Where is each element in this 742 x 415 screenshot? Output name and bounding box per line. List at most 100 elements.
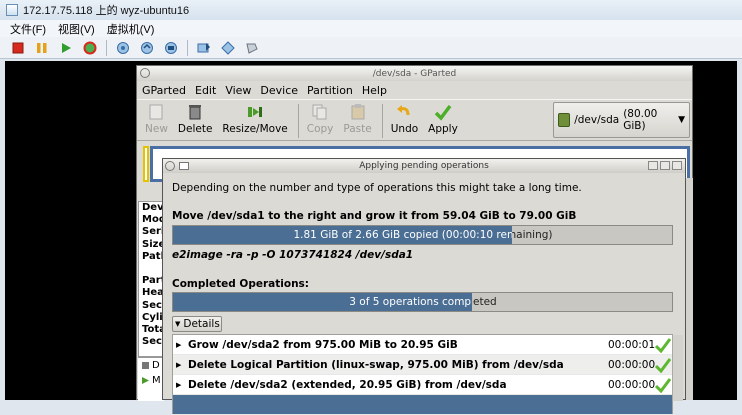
success-check-icon: [654, 357, 672, 373]
dropdown-arrow-icon: ▼: [678, 115, 685, 125]
host-menu-vm[interactable]: 虚拟机(V): [107, 21, 155, 37]
info-label: Mod: [142, 214, 164, 226]
expander-right-icon[interactable]: ▶: [176, 361, 188, 369]
undo-button[interactable]: Undo: [387, 100, 422, 135]
tools-icon[interactable]: [242, 39, 262, 57]
snapshot-icon[interactable]: [113, 39, 133, 57]
gparted-toolbar: New Delete Resize/Move Copy Paste Undo A…: [137, 99, 692, 141]
info-label: Size: [142, 238, 164, 250]
host-title-bar: 172.17.75.118 上的 wyz-ubuntu16: [0, 0, 742, 20]
copy-button[interactable]: Copy: [303, 100, 338, 135]
table-row[interactable]: ▶ Delete /dev/sda2 (extended, 20.95 GiB)…: [173, 375, 672, 395]
completed-progress-bar: 3 of 5 operations completed 3 of 5 opera…: [172, 292, 673, 312]
resize-move-button[interactable]: Resize/Move: [218, 100, 291, 135]
dialog-title: Applying pending operations: [359, 161, 489, 171]
gparted-title-bar: /dev/sda - GParted: [137, 66, 692, 81]
delete-button[interactable]: Delete: [174, 100, 217, 135]
reset-icon[interactable]: [80, 39, 100, 57]
menu-device[interactable]: Device: [260, 84, 298, 97]
operations-details-list: ▶ Grow /dev/sda2 from 975.00 MiB to 20.9…: [172, 334, 673, 415]
minimize-button[interactable]: [648, 161, 658, 170]
operation-desc: Delete Logical Partition (linux-swap, 97…: [188, 358, 564, 371]
info-label: Sect: [142, 299, 163, 311]
operation-desc: Grow /dev/sda2 from 975.00 MiB to 20.95 …: [188, 338, 458, 351]
stop-icon[interactable]: [8, 39, 28, 57]
device-size: (80.00 GiB): [623, 108, 658, 132]
table-row-running[interactable]: [173, 395, 672, 415]
host-window-title: 172.17.75.118 上的 wyz-ubuntu16: [23, 5, 190, 17]
checkmark-icon: [434, 104, 452, 121]
info-label: Tota: [142, 323, 164, 335]
expander-down-icon: ▼: [175, 320, 181, 328]
trash-icon: [142, 362, 149, 369]
expander-right-icon[interactable]: ▶: [176, 341, 188, 349]
menu-edit[interactable]: Edit: [195, 84, 216, 97]
operation-desc: Delete /dev/sda2 (extended, 20.95 GiB) f…: [188, 378, 507, 391]
table-row[interactable]: ▶ Delete Logical Partition (linux-swap, …: [173, 355, 672, 375]
success-check-icon: [654, 377, 672, 393]
expander-right-icon[interactable]: ▶: [176, 381, 188, 389]
completed-progress-fill: 3 of 5 operations completed: [173, 293, 473, 311]
dialog-title-bar: Applying pending operations: [163, 159, 685, 173]
copy-icon: [312, 104, 327, 120]
info-label: Sect: [142, 336, 163, 348]
toolbar-separator: [187, 39, 188, 56]
new-icon: [149, 104, 163, 120]
toolbar-separator: [297, 104, 299, 138]
host-menu-file[interactable]: 文件(F): [10, 21, 46, 37]
completed-ops-label: Completed Operations:: [172, 278, 309, 290]
info-label: [139, 263, 163, 275]
resize-arrow-icon: [142, 377, 149, 384]
current-progress-bar: 1.81 GiB of 2.66 GiB copied (00:00:10 re…: [172, 225, 673, 245]
device-info-panel: Dev Mod Seri Size Path Part Hea Sect Cyl…: [138, 201, 164, 357]
operation-time: 00:00:01: [608, 338, 656, 351]
menu-partition[interactable]: Partition: [307, 84, 353, 97]
apply-button[interactable]: Apply: [424, 100, 462, 135]
info-label: Dev: [142, 202, 164, 213]
settings-icon[interactable]: [218, 39, 238, 57]
completed-progress-text: 3 of 5 operations completed: [349, 296, 472, 308]
current-progress-text: 1.81 GiB of 2.66 GiB copied (00:00:10 re…: [293, 229, 512, 241]
list-item[interactable]: D: [138, 358, 164, 373]
hard-disk-icon: [558, 113, 571, 127]
apply-operations-dialog: Applying pending operations Depending on…: [162, 158, 686, 415]
success-check-icon: [654, 337, 672, 353]
snapshot-revert-icon[interactable]: [137, 39, 157, 57]
dialog-message: Depending on the number and type of oper…: [172, 182, 582, 194]
resize-arrow-icon: [248, 107, 263, 117]
host-menu-view[interactable]: 视图(V): [58, 21, 95, 37]
pending-ops-list: D M: [138, 357, 164, 401]
device-name: /dev/sda: [574, 114, 620, 126]
menu-gparted[interactable]: GParted: [142, 84, 186, 97]
play-icon[interactable]: [56, 39, 76, 57]
menu-view[interactable]: View: [225, 84, 251, 97]
operation-time: 00:00:00: [608, 358, 656, 371]
gparted-window-title: /dev/sda - GParted: [372, 68, 457, 79]
info-label: Cyli: [142, 311, 163, 323]
menu-help[interactable]: Help: [362, 84, 387, 97]
paste-button[interactable]: Paste: [339, 100, 375, 135]
info-label: Seri: [142, 226, 164, 238]
details-expander[interactable]: ▼ Details: [172, 316, 222, 332]
window-menu-icon[interactable]: [165, 161, 175, 171]
partition-graph-small[interactable]: [143, 146, 149, 182]
maximize-button[interactable]: [660, 161, 670, 170]
table-row[interactable]: ▶ Grow /dev/sda2 from 975.00 MiB to 20.9…: [173, 335, 672, 355]
window-shade-icon[interactable]: [179, 162, 189, 170]
host-menu-bar: 文件(F) 视图(V) 虚拟机(V): [0, 20, 742, 37]
toolbar-separator: [381, 104, 383, 138]
trash-icon: [189, 105, 202, 120]
send-keys-icon[interactable]: [194, 39, 214, 57]
list-item[interactable]: M: [138, 373, 164, 388]
dialog-scrollbar[interactable]: [672, 335, 683, 401]
pause-icon[interactable]: [32, 39, 52, 57]
close-button[interactable]: [672, 161, 682, 170]
info-label: Part: [142, 275, 164, 287]
vm-logo-icon: [6, 4, 18, 16]
snapshot-manager-icon[interactable]: [161, 39, 181, 57]
current-operation: Move /dev/sda1 to the right and grow it …: [172, 210, 577, 222]
device-selector[interactable]: /dev/sda (80.00 GiB) ▼: [553, 102, 690, 138]
new-button[interactable]: New: [141, 100, 172, 135]
toolbar-separator: [106, 39, 107, 56]
window-menu-icon[interactable]: [140, 68, 150, 78]
